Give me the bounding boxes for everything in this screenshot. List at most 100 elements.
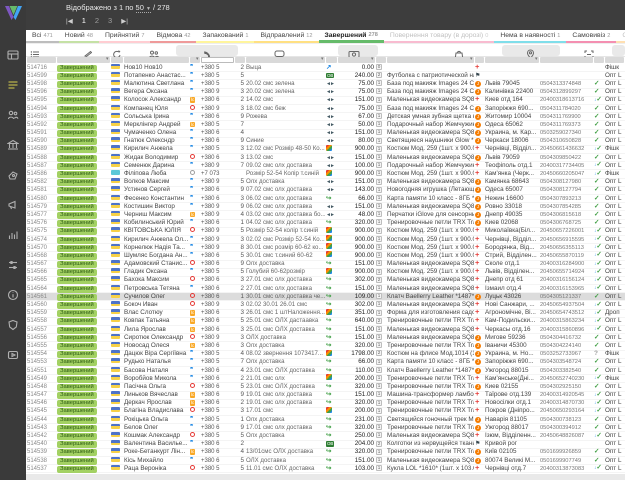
order-sum: 200.00 bbox=[337, 407, 375, 415]
filter-phone[interactable] bbox=[201, 57, 234, 63]
filter-id[interactable] bbox=[27, 57, 56, 63]
payment-status-icon: ↓✓ bbox=[593, 96, 604, 105]
filter-pay[interactable] bbox=[326, 57, 337, 63]
first-page-button[interactable]: |◀ bbox=[66, 17, 73, 25]
status-badge: Завершений bbox=[56, 96, 110, 104]
filter-flag[interactable] bbox=[111, 57, 123, 63]
delivery-np-icon: + bbox=[475, 326, 479, 333]
country-flag bbox=[110, 285, 123, 293]
video-icon[interactable] bbox=[0, 340, 26, 370]
delivery-j-icon: J bbox=[475, 449, 481, 455]
tab-3[interactable]: Прийнятий7 bbox=[99, 30, 151, 43]
filter-status[interactable]: ▾ bbox=[57, 57, 110, 63]
order-sum: 640.00 bbox=[337, 317, 375, 325]
client-name: Кошмак Александр bbox=[123, 432, 189, 440]
info-icon[interactable] bbox=[0, 280, 26, 310]
tab-11[interactable]: Сервіси0 bbox=[616, 30, 625, 43]
country-flag bbox=[110, 162, 123, 170]
payment-status-icon: ↓✓ bbox=[593, 170, 604, 179]
page-3-button[interactable]: 3 bbox=[108, 16, 112, 25]
country-flag bbox=[110, 236, 123, 244]
delivery-icon: ⚑ bbox=[474, 440, 484, 448]
filter-city[interactable]: ▾ bbox=[485, 57, 539, 63]
flag-ua-icon bbox=[111, 113, 120, 118]
comment: Олх доставка bbox=[245, 432, 325, 440]
price-type: Опт L bbox=[604, 252, 624, 260]
filter-ttn[interactable] bbox=[540, 57, 593, 63]
delivery-icon: + bbox=[474, 276, 484, 284]
tab-7[interactable]: Завершений278 bbox=[319, 30, 384, 43]
order-sum: 302.00 bbox=[337, 276, 375, 284]
clients-icon[interactable] bbox=[0, 100, 26, 130]
client-name: Воробйов Микола bbox=[123, 375, 189, 383]
tab-8[interactable]: Повернення товару (в дорозі)0 bbox=[384, 30, 495, 43]
support-icon[interactable] bbox=[0, 310, 26, 340]
tracking-number: 20400315863234 bbox=[539, 317, 593, 325]
status-badge-label: Завершений bbox=[57, 196, 97, 203]
payment-icon: ↪ bbox=[325, 457, 337, 465]
flag-ua-icon bbox=[111, 367, 120, 372]
orders-icon[interactable] bbox=[0, 70, 26, 100]
tab-4[interactable]: Відмова42 bbox=[150, 30, 196, 43]
flag-ua-icon bbox=[111, 72, 120, 77]
bank-icon[interactable] bbox=[0, 130, 26, 160]
table-row[interactable]: 514537ЗавершенийРаца Вероніка+380 5511.0… bbox=[26, 465, 625, 473]
tab-2[interactable]: Новий48 bbox=[59, 30, 99, 43]
order-sum: 151.00 bbox=[337, 203, 375, 211]
filter-src[interactable]: ▾ bbox=[190, 57, 200, 63]
order-id: 514544 bbox=[26, 416, 56, 424]
filter-cnt[interactable] bbox=[235, 57, 245, 63]
source-ring-icon bbox=[190, 293, 195, 298]
filter-dlv[interactable] bbox=[475, 57, 484, 63]
flag-ua-icon bbox=[111, 137, 120, 142]
per-page-dropdown[interactable]: 50 ▼ bbox=[136, 3, 151, 13]
stats-icon[interactable] bbox=[0, 220, 26, 250]
tracking-number: 0504303548724 bbox=[539, 358, 593, 366]
tab-9[interactable]: Нема в наявності1 bbox=[494, 30, 566, 43]
flag-ua-icon bbox=[111, 88, 120, 93]
phone: +380 6 bbox=[200, 260, 234, 268]
product-summary: Клатч Baellerry Leather *1487* (1... bbox=[386, 293, 474, 301]
phone: +380 9 bbox=[200, 178, 234, 186]
source-icon: * bbox=[189, 375, 200, 383]
product-summary: Тренировочные петли TRX Train... bbox=[386, 407, 474, 415]
products-icon[interactable] bbox=[0, 160, 26, 190]
tab-1[interactable]: Всі471 bbox=[26, 30, 59, 43]
payment-icon: ↪ bbox=[325, 358, 337, 366]
page-2-button[interactable]: 2 bbox=[95, 16, 99, 25]
last-page-button[interactable]: ▶| bbox=[121, 17, 128, 25]
phone: +380 6 bbox=[200, 293, 234, 301]
page-1-button[interactable]: 1 bbox=[82, 16, 86, 25]
status-badge-label: Завершений bbox=[57, 400, 97, 407]
items-count: 1 bbox=[376, 211, 382, 217]
marketing-icon[interactable] bbox=[0, 190, 26, 220]
order-id: 514594 bbox=[26, 105, 56, 113]
items-count-badge: 1 bbox=[375, 465, 386, 473]
items-count-badge: 1 bbox=[375, 268, 386, 276]
filter-price[interactable]: ▾ bbox=[338, 57, 375, 63]
dashboard-icon[interactable] bbox=[0, 40, 26, 70]
filter-name[interactable] bbox=[124, 57, 189, 63]
tab-10[interactable]: Самовивіз2 bbox=[566, 30, 616, 43]
price-type: Опт L bbox=[604, 154, 624, 162]
product-summary: База под макияж Images 24 Car... bbox=[386, 88, 474, 96]
filter-chk[interactable] bbox=[594, 57, 604, 63]
app-logo-icon[interactable] bbox=[0, 0, 26, 26]
filter-qty[interactable] bbox=[376, 57, 386, 63]
tab-5[interactable]: Запакований1 bbox=[196, 30, 254, 43]
payment-card-icon: ↪ bbox=[326, 334, 331, 341]
settings-icon[interactable] bbox=[0, 250, 26, 280]
filter-comment[interactable]: ▾ bbox=[246, 57, 325, 63]
tracking-number: 20450656915595 bbox=[539, 236, 593, 244]
filter-product[interactable]: ▾ bbox=[387, 57, 474, 63]
flag-ua-icon bbox=[111, 301, 120, 306]
tab-6[interactable]: Відправлений12 bbox=[254, 30, 318, 43]
filter-tag[interactable] bbox=[605, 57, 624, 63]
payment-icon: ↪ bbox=[325, 334, 337, 342]
events-count: 7 bbox=[234, 162, 245, 170]
comment: 19.01 смс олх доставка bbox=[245, 391, 325, 399]
events-count: 9 bbox=[234, 424, 245, 432]
payment-cod-icon: ◄► bbox=[326, 155, 334, 161]
status-badge: Завершений bbox=[56, 137, 110, 145]
order-sum: 200.00 bbox=[337, 375, 375, 383]
